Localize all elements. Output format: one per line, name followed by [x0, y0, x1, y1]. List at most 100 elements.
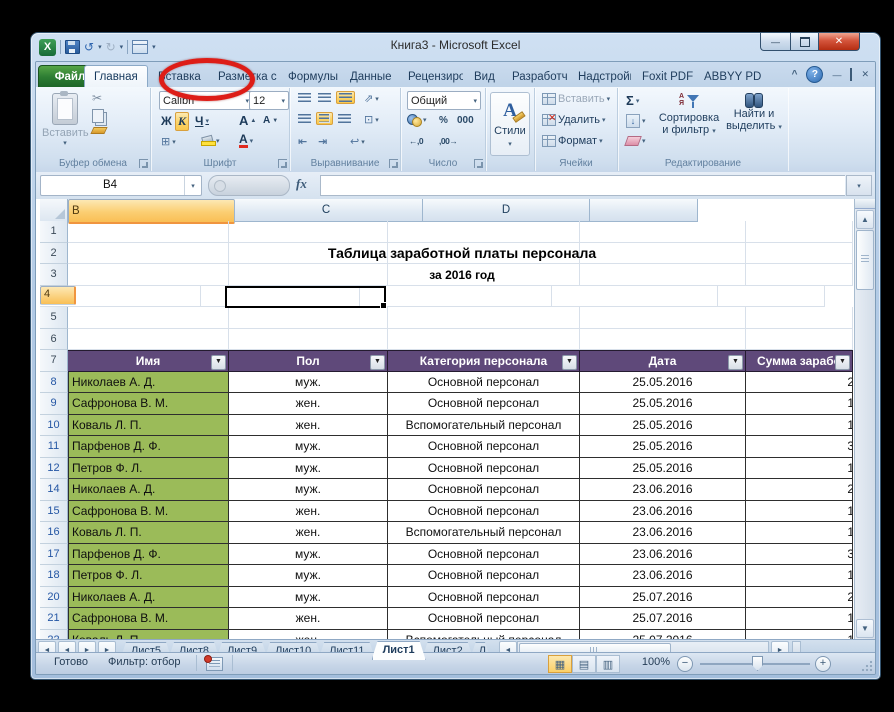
- cell[interactable]: [68, 243, 229, 265]
- cell-date[interactable]: 25.05.2016: [580, 393, 746, 415]
- filter-dropdown-icon[interactable]: ▼: [370, 355, 385, 370]
- redo-icon[interactable]: ↻: [106, 39, 116, 55]
- align-middle-button[interactable]: [316, 92, 333, 103]
- cell-name[interactable]: Петров Ф. Л.: [68, 565, 229, 587]
- select-all-corner[interactable]: [40, 199, 68, 222]
- shrink-font-button[interactable]: А▼: [261, 114, 280, 127]
- cell[interactable]: [229, 221, 388, 243]
- orientation-button[interactable]: ⇗▾: [362, 91, 381, 106]
- cell[interactable]: [388, 221, 580, 243]
- accounting-format-button[interactable]: ▾: [405, 113, 429, 126]
- align-right-button[interactable]: [336, 113, 353, 124]
- align-top-button[interactable]: [296, 92, 313, 103]
- column-header-D[interactable]: D: [423, 199, 590, 222]
- clipboard-dialog-launcher[interactable]: [139, 159, 148, 168]
- cell-gender[interactable]: муж.: [229, 565, 388, 587]
- cell-category[interactable]: Основной персонал: [388, 608, 580, 630]
- expand-formula-bar-icon[interactable]: ▾: [846, 175, 872, 196]
- cell-category[interactable]: Основной персонал: [388, 372, 580, 394]
- cell-gender[interactable]: муж.: [229, 479, 388, 501]
- table-header-1[interactable]: Имя▼: [68, 350, 229, 372]
- cell-date[interactable]: 25.05.2016: [580, 372, 746, 394]
- row-header-1[interactable]: 1: [40, 221, 68, 243]
- cell-date[interactable]: 23.06.2016: [580, 522, 746, 544]
- row-header-14[interactable]: 14: [40, 479, 68, 501]
- row-header-7[interactable]: 7: [40, 350, 68, 372]
- row-header-17[interactable]: 17: [40, 544, 68, 566]
- cell[interactable]: [229, 307, 388, 329]
- workbook-close-icon[interactable]: ✕: [861, 69, 869, 80]
- excel-logo-icon[interactable]: X: [39, 39, 56, 56]
- cell[interactable]: [68, 307, 229, 329]
- autosum-button[interactable]: Σ▾: [624, 92, 641, 109]
- percent-style-button[interactable]: %: [437, 114, 450, 127]
- cell[interactable]: [388, 264, 580, 286]
- cell[interactable]: [388, 243, 580, 265]
- format-painter-icon[interactable]: [90, 127, 107, 134]
- cell[interactable]: [746, 264, 853, 286]
- scroll-down-icon[interactable]: ▼: [856, 619, 874, 638]
- grow-font-button[interactable]: А▲: [237, 112, 258, 129]
- row-header-2[interactable]: 2: [40, 243, 68, 265]
- cell-name[interactable]: Парфенов Д. Ф.: [68, 544, 229, 566]
- cell-date[interactable]: 25.05.2016: [580, 458, 746, 480]
- macro-record-icon[interactable]: [206, 657, 223, 671]
- comma-style-button[interactable]: 000: [455, 114, 476, 127]
- cell[interactable]: [580, 329, 746, 351]
- vertical-scrollbar-thumb[interactable]: [856, 230, 874, 290]
- column-header-e[interactable]: [590, 199, 698, 222]
- format-cells-button[interactable]: Формат▾: [540, 134, 605, 148]
- align-bottom-button[interactable]: [336, 91, 355, 104]
- cell-sum[interactable]: 2: [746, 479, 853, 501]
- cell-date[interactable]: 23.06.2016: [580, 565, 746, 587]
- cell-category[interactable]: Основной персонал: [388, 565, 580, 587]
- row-header-21[interactable]: 21: [40, 608, 68, 630]
- customize-qat-arrow[interactable]: ▾: [152, 43, 156, 51]
- zoom-in-icon[interactable]: +: [815, 656, 831, 672]
- undo-icon[interactable]: ↺: [84, 39, 94, 55]
- cell-category[interactable]: Вспомогательный персонал: [388, 630, 580, 640]
- underline-button[interactable]: Ч▾: [193, 113, 211, 129]
- sheet-tab-лист1[interactable]: Лист1: [372, 641, 426, 660]
- cell-category[interactable]: Вспомогательный персонал: [388, 522, 580, 544]
- view-normal-button[interactable]: ▦: [548, 655, 572, 673]
- scroll-up-icon[interactable]: ▲: [856, 210, 874, 229]
- view-page-layout-button[interactable]: ▤: [572, 655, 596, 673]
- cell-name[interactable]: Николаев А. Д.: [68, 587, 229, 609]
- increase-decimal-button[interactable]: ←,0: [407, 135, 425, 147]
- minimize-button[interactable]: —: [760, 33, 791, 51]
- filter-dropdown-icon[interactable]: ▼: [835, 355, 850, 370]
- merge-center-button[interactable]: ⊡▾: [362, 112, 381, 127]
- paste-button[interactable]: Вставить ▾: [42, 92, 88, 158]
- tab-вид[interactable]: Вид: [464, 65, 502, 89]
- cell-date[interactable]: 25.05.2016: [580, 436, 746, 458]
- tab-разработч[interactable]: Разработч: [502, 65, 568, 89]
- cell-name[interactable]: Парфенов Д. Ф.: [68, 436, 229, 458]
- cell-sum[interactable]: 1: [746, 522, 853, 544]
- cell[interactable]: [360, 286, 552, 308]
- font-size-select[interactable]: 12▾: [249, 91, 289, 110]
- cell-name[interactable]: Петров Ф. Л.: [68, 458, 229, 480]
- row-header-15[interactable]: 15: [40, 501, 68, 523]
- cell[interactable]: [388, 329, 580, 351]
- cell-category[interactable]: Основной персонал: [388, 436, 580, 458]
- row-header-5[interactable]: 5: [40, 307, 68, 329]
- cell-sum[interactable]: 3: [746, 436, 853, 458]
- cell-date[interactable]: 23.06.2016: [580, 501, 746, 523]
- styles-button[interactable]: А Стили ▾: [490, 92, 530, 156]
- tab-рецензиро[interactable]: Рецензиро: [398, 65, 464, 89]
- find-select-button[interactable]: Найти ивыделить ▾: [722, 92, 786, 135]
- formula-input[interactable]: [320, 175, 845, 196]
- cell-date[interactable]: 25.05.2016: [580, 415, 746, 437]
- cell-name[interactable]: Коваль Л. П.: [68, 630, 229, 640]
- tab-abbyy-pdf[interactable]: ABBYY PDF: [694, 65, 762, 89]
- borders-button[interactable]: ⊞▾: [159, 134, 178, 149]
- maximize-button[interactable]: [791, 33, 818, 51]
- cell-sum[interactable]: 1: [746, 458, 853, 480]
- cell[interactable]: [68, 221, 229, 243]
- insert-function-icon[interactable]: fx: [296, 176, 307, 192]
- filter-dropdown-icon[interactable]: ▼: [562, 355, 577, 370]
- tab-разметка-с[interactable]: Разметка с: [208, 65, 278, 89]
- cell[interactable]: [68, 329, 229, 351]
- cell-category[interactable]: Основной персонал: [388, 479, 580, 501]
